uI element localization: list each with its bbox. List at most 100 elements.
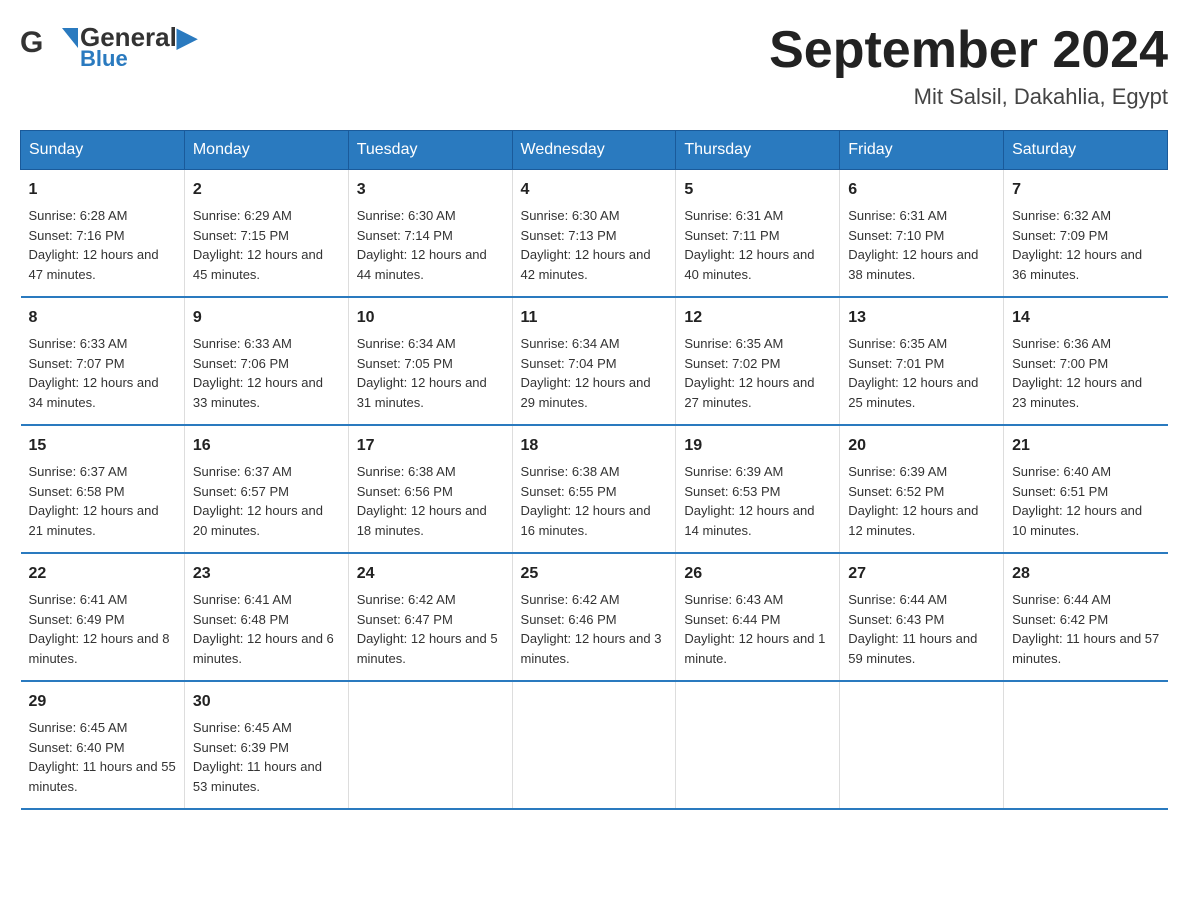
sunrise-label: Sunrise: 6:31 AM [684,208,783,223]
calendar-day-cell: 9 Sunrise: 6:33 AM Sunset: 7:06 PM Dayli… [184,297,348,425]
col-thursday: Thursday [676,131,840,170]
daylight-label: Daylight: 12 hours and 23 minutes. [1012,375,1142,410]
sunset-label: Sunset: 6:44 PM [684,612,780,627]
sunset-label: Sunset: 6:47 PM [357,612,453,627]
day-number: 29 [29,690,176,714]
sunset-label: Sunset: 6:58 PM [29,484,125,499]
calendar-day-cell: 7 Sunrise: 6:32 AM Sunset: 7:09 PM Dayli… [1004,170,1168,298]
sunset-label: Sunset: 6:39 PM [193,740,289,755]
sunset-label: Sunset: 6:53 PM [684,484,780,499]
sunset-label: Sunset: 7:05 PM [357,356,453,371]
sunrise-label: Sunrise: 6:38 AM [521,464,620,479]
day-number: 15 [29,434,176,458]
day-info: Sunrise: 6:44 AM Sunset: 6:42 PM Dayligh… [1012,590,1159,668]
day-info: Sunrise: 6:33 AM Sunset: 7:07 PM Dayligh… [29,334,176,412]
day-number: 27 [848,562,995,586]
sunrise-label: Sunrise: 6:44 AM [848,592,947,607]
col-friday: Friday [840,131,1004,170]
day-info: Sunrise: 6:32 AM Sunset: 7:09 PM Dayligh… [1012,206,1159,284]
day-info: Sunrise: 6:30 AM Sunset: 7:13 PM Dayligh… [521,206,668,284]
daylight-label: Daylight: 12 hours and 47 minutes. [29,247,159,282]
logo: G General▶ Blue [20,20,197,75]
day-number: 24 [357,562,504,586]
col-monday: Monday [184,131,348,170]
sunset-label: Sunset: 7:14 PM [357,228,453,243]
daylight-label: Daylight: 12 hours and 33 minutes. [193,375,323,410]
day-number: 8 [29,306,176,330]
day-info: Sunrise: 6:38 AM Sunset: 6:56 PM Dayligh… [357,462,504,540]
sunrise-label: Sunrise: 6:43 AM [684,592,783,607]
sunrise-label: Sunrise: 6:37 AM [29,464,128,479]
calendar-day-cell: 8 Sunrise: 6:33 AM Sunset: 7:07 PM Dayli… [21,297,185,425]
day-number: 6 [848,178,995,202]
daylight-label: Daylight: 12 hours and 5 minutes. [357,631,498,666]
calendar-day-cell: 6 Sunrise: 6:31 AM Sunset: 7:10 PM Dayli… [840,170,1004,298]
sunset-label: Sunset: 7:13 PM [521,228,617,243]
col-wednesday: Wednesday [512,131,676,170]
calendar-day-cell [840,681,1004,809]
daylight-label: Daylight: 12 hours and 29 minutes. [521,375,651,410]
calendar-day-cell: 4 Sunrise: 6:30 AM Sunset: 7:13 PM Dayli… [512,170,676,298]
calendar-body: 1 Sunrise: 6:28 AM Sunset: 7:16 PM Dayli… [21,170,1168,810]
calendar-week-row: 29 Sunrise: 6:45 AM Sunset: 6:40 PM Dayl… [21,681,1168,809]
calendar-day-cell: 28 Sunrise: 6:44 AM Sunset: 6:42 PM Dayl… [1004,553,1168,681]
daylight-label: Daylight: 12 hours and 44 minutes. [357,247,487,282]
day-number: 2 [193,178,340,202]
calendar-day-cell: 12 Sunrise: 6:35 AM Sunset: 7:02 PM Dayl… [676,297,840,425]
day-info: Sunrise: 6:45 AM Sunset: 6:40 PM Dayligh… [29,718,176,796]
day-info: Sunrise: 6:44 AM Sunset: 6:43 PM Dayligh… [848,590,995,668]
sunset-label: Sunset: 6:40 PM [29,740,125,755]
day-info: Sunrise: 6:41 AM Sunset: 6:48 PM Dayligh… [193,590,340,668]
day-number: 10 [357,306,504,330]
sunrise-label: Sunrise: 6:31 AM [848,208,947,223]
sunset-label: Sunset: 6:48 PM [193,612,289,627]
calendar-day-cell: 22 Sunrise: 6:41 AM Sunset: 6:49 PM Dayl… [21,553,185,681]
daylight-label: Daylight: 11 hours and 55 minutes. [29,759,176,794]
day-number: 9 [193,306,340,330]
daylight-label: Daylight: 12 hours and 21 minutes. [29,503,159,538]
day-number: 22 [29,562,176,586]
day-info: Sunrise: 6:36 AM Sunset: 7:00 PM Dayligh… [1012,334,1159,412]
day-info: Sunrise: 6:31 AM Sunset: 7:10 PM Dayligh… [848,206,995,284]
calendar-title: September 2024 [769,20,1168,80]
daylight-label: Daylight: 12 hours and 25 minutes. [848,375,978,410]
sunset-label: Sunset: 6:52 PM [848,484,944,499]
calendar-day-cell: 1 Sunrise: 6:28 AM Sunset: 7:16 PM Dayli… [21,170,185,298]
sunset-label: Sunset: 7:07 PM [29,356,125,371]
day-number: 1 [29,178,176,202]
day-info: Sunrise: 6:33 AM Sunset: 7:06 PM Dayligh… [193,334,340,412]
day-number: 12 [684,306,831,330]
day-info: Sunrise: 6:35 AM Sunset: 7:01 PM Dayligh… [848,334,995,412]
title-area: September 2024 Mit Salsil, Dakahlia, Egy… [769,20,1168,110]
calendar-week-row: 8 Sunrise: 6:33 AM Sunset: 7:07 PM Dayli… [21,297,1168,425]
calendar-day-cell: 18 Sunrise: 6:38 AM Sunset: 6:55 PM Dayl… [512,425,676,553]
calendar-day-cell: 2 Sunrise: 6:29 AM Sunset: 7:15 PM Dayli… [184,170,348,298]
svg-text:G: G [20,26,43,59]
daylight-label: Daylight: 12 hours and 10 minutes. [1012,503,1142,538]
daylight-label: Daylight: 12 hours and 40 minutes. [684,247,814,282]
sunset-label: Sunset: 7:02 PM [684,356,780,371]
day-info: Sunrise: 6:45 AM Sunset: 6:39 PM Dayligh… [193,718,340,796]
day-number: 26 [684,562,831,586]
col-sunday: Sunday [21,131,185,170]
calendar-week-row: 15 Sunrise: 6:37 AM Sunset: 6:58 PM Dayl… [21,425,1168,553]
day-number: 3 [357,178,504,202]
sunset-label: Sunset: 7:06 PM [193,356,289,371]
sunrise-label: Sunrise: 6:33 AM [29,336,128,351]
sunset-label: Sunset: 6:43 PM [848,612,944,627]
sunset-label: Sunset: 7:10 PM [848,228,944,243]
calendar-day-cell: 16 Sunrise: 6:37 AM Sunset: 6:57 PM Dayl… [184,425,348,553]
calendar-subtitle: Mit Salsil, Dakahlia, Egypt [769,84,1168,110]
calendar-day-cell [512,681,676,809]
day-number: 25 [521,562,668,586]
calendar-day-cell: 19 Sunrise: 6:39 AM Sunset: 6:53 PM Dayl… [676,425,840,553]
daylight-label: Daylight: 12 hours and 45 minutes. [193,247,323,282]
day-number: 7 [1012,178,1159,202]
calendar-day-cell: 30 Sunrise: 6:45 AM Sunset: 6:39 PM Dayl… [184,681,348,809]
day-number: 16 [193,434,340,458]
calendar-day-cell: 13 Sunrise: 6:35 AM Sunset: 7:01 PM Dayl… [840,297,1004,425]
calendar-day-cell: 17 Sunrise: 6:38 AM Sunset: 6:56 PM Dayl… [348,425,512,553]
sunset-label: Sunset: 7:15 PM [193,228,289,243]
sunrise-label: Sunrise: 6:29 AM [193,208,292,223]
col-saturday: Saturday [1004,131,1168,170]
